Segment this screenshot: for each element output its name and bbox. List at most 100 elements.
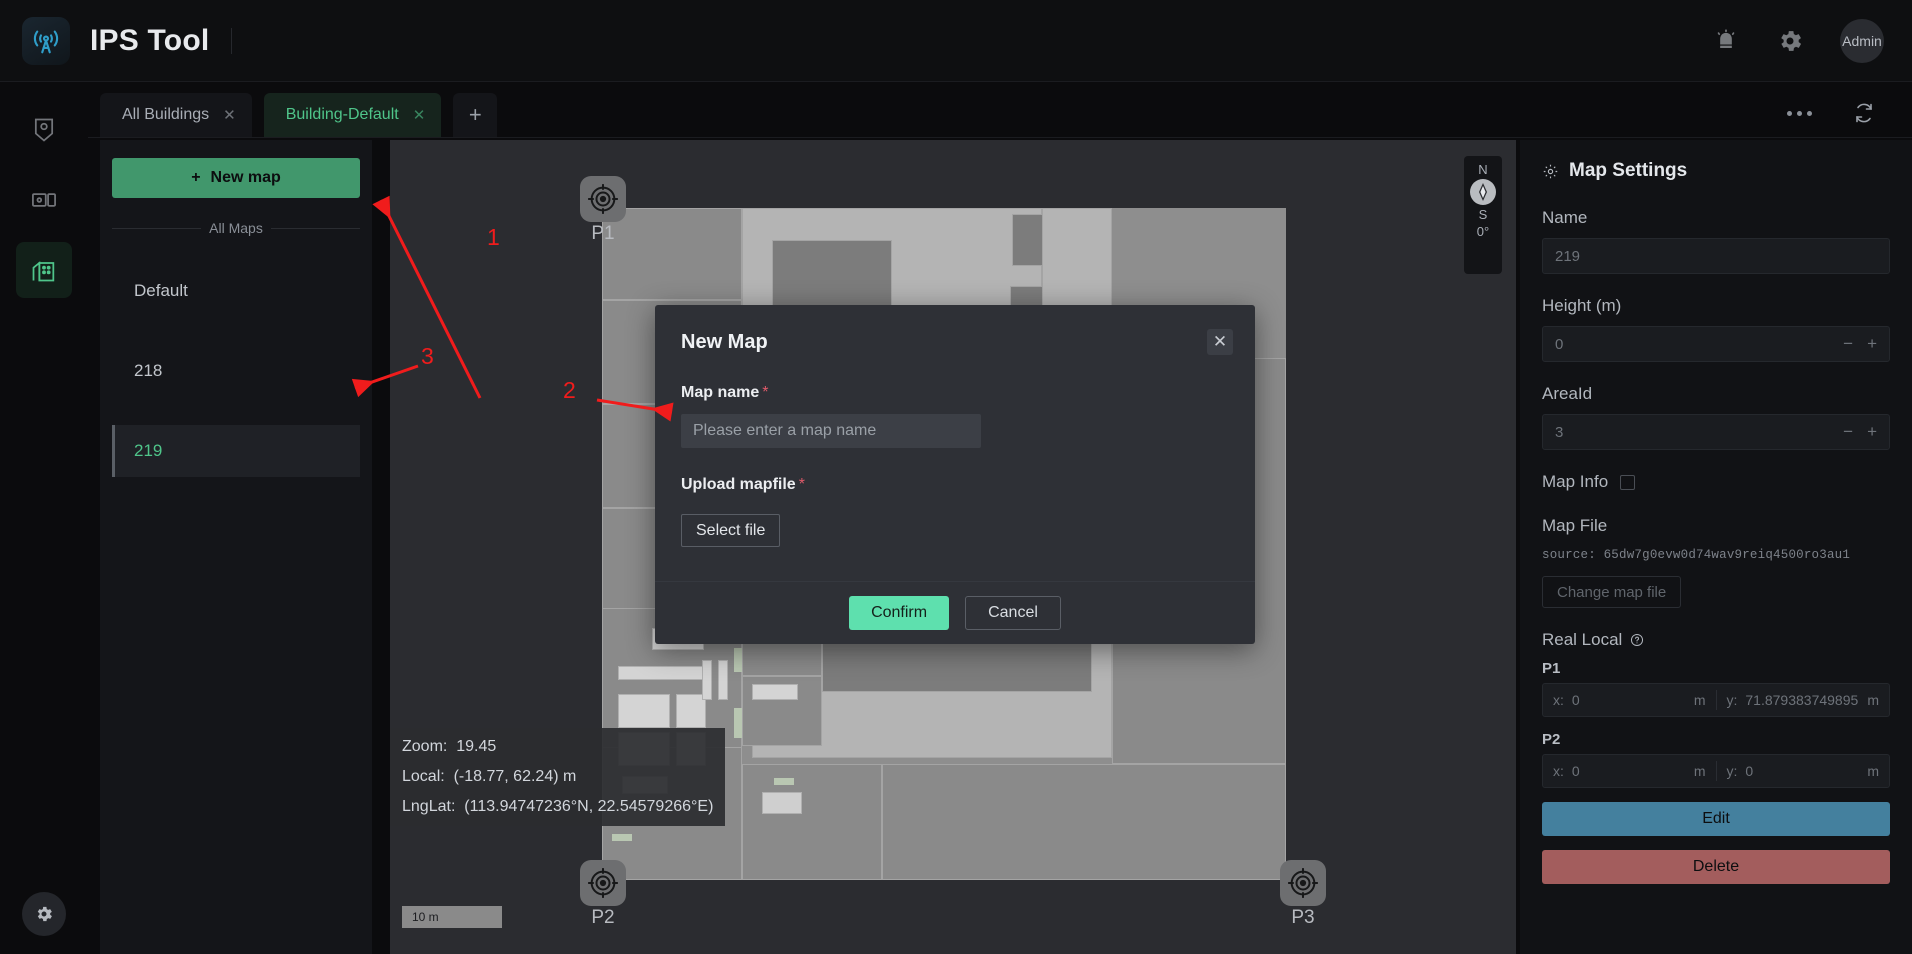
areaid-label: AreaId	[1542, 384, 1593, 403]
close-icon[interactable]: ✕	[413, 106, 426, 124]
x-value: 0	[1571, 692, 1580, 708]
header-divider	[231, 27, 233, 54]
y-key: y:	[1726, 692, 1738, 708]
height-value: 0	[1555, 335, 1564, 353]
add-tab-button[interactable]: +	[453, 93, 498, 137]
close-icon[interactable]: ✕	[1207, 329, 1233, 355]
gear-icon[interactable]	[1776, 27, 1804, 55]
panel-title: Map Settings	[1542, 160, 1890, 182]
map-name-input[interactable]	[681, 414, 981, 448]
list-item[interactable]: Default	[112, 265, 360, 317]
map-settings-panel: Map Settings Name 219 Height (m) 0 − + A…	[1520, 140, 1912, 954]
tab-label: All Buildings	[122, 106, 210, 123]
app-settings-button[interactable]	[22, 892, 66, 936]
more-horizontal-icon[interactable]	[1787, 110, 1812, 116]
tab-label: Building-Default	[285, 106, 399, 123]
plus-icon: +	[191, 169, 201, 186]
dialog-footer: Confirm Cancel	[655, 581, 1255, 644]
height-stepper[interactable]: 0 − +	[1542, 326, 1890, 362]
question-circle-icon[interactable]	[1630, 633, 1644, 647]
plus-icon[interactable]: +	[1867, 334, 1877, 354]
plus-icon[interactable]: +	[1867, 422, 1877, 442]
location-pin-icon	[34, 118, 54, 142]
areaid-stepper[interactable]: 3 − +	[1542, 414, 1890, 450]
tab-bar-actions	[1787, 101, 1876, 125]
map-list-panel: + New map All Maps Default 218 219	[100, 140, 372, 954]
dialog-body: New Map ✕ Map name* Upload mapfile* Sele…	[655, 305, 1255, 581]
p2-y-field[interactable]: y: 0 m	[1717, 755, 1890, 787]
divider-left	[112, 227, 202, 229]
p2-coordinate-row[interactable]: x: 0 m y: 0 m	[1542, 754, 1890, 788]
alarm-bell-icon[interactable]	[1712, 27, 1740, 55]
stepper-controls: − +	[1843, 334, 1877, 354]
sidebar-item-devices[interactable]	[16, 172, 72, 228]
map-item-label: 218	[134, 361, 163, 380]
map-file-label: Map File	[1542, 516, 1608, 535]
new-map-label: New map	[210, 169, 281, 186]
app-title: IPS Tool	[90, 23, 210, 57]
tab-bar: All Buildings ✕ Building-Default ✕ +	[88, 82, 1912, 138]
sidebar-item-buildings[interactable]	[16, 242, 72, 298]
group-label: All Maps	[209, 220, 263, 236]
top-header-bar: IPS Tool Admin	[0, 0, 1912, 82]
x-value: 0	[1571, 763, 1580, 779]
real-local-label: Real Local	[1542, 630, 1623, 649]
p2-x-field[interactable]: x: 0 m	[1543, 755, 1716, 787]
close-icon[interactable]: ✕	[223, 106, 236, 124]
modal-overlay: New Map ✕ Map name* Upload mapfile* Sele…	[390, 140, 1516, 954]
map-name-label: Map name *	[681, 384, 769, 401]
annotation-number-3: 3	[421, 343, 434, 369]
real-local-section: Real Local	[1542, 630, 1890, 650]
list-item[interactable]: 219	[112, 425, 360, 477]
map-info-checkbox[interactable]	[1620, 474, 1636, 490]
list-item[interactable]: 218	[112, 345, 360, 397]
cancel-button[interactable]: Cancel	[965, 596, 1061, 630]
annotation-number-1: 1	[487, 224, 500, 250]
point-tag-p2: P2	[1542, 731, 1561, 748]
y-value: 0	[1745, 763, 1754, 779]
required-asterisk: *	[762, 384, 769, 401]
y-unit: m	[1867, 763, 1879, 779]
delete-button[interactable]: Delete	[1542, 850, 1890, 884]
required-asterisk: *	[798, 476, 805, 493]
building-icon	[32, 261, 55, 282]
wifi-tower-icon	[33, 30, 59, 53]
minus-icon[interactable]: −	[1843, 422, 1853, 442]
annotation-number-2: 2	[563, 377, 576, 403]
name-field[interactable]: 219	[1542, 238, 1890, 274]
name-label: Name	[1542, 208, 1588, 227]
all-maps-group-header: All Maps	[112, 220, 360, 236]
p1-coordinate-row[interactable]: x: 0 m y: 71.879383749895 m	[1542, 683, 1890, 717]
map-item-label: 219	[134, 441, 163, 460]
height-label: Height (m)	[1542, 296, 1622, 315]
header-actions: Admin	[1712, 18, 1884, 63]
y-unit: m	[1867, 692, 1879, 708]
confirm-button[interactable]: Confirm	[849, 596, 950, 630]
map-info-row: Map Info	[1542, 472, 1890, 492]
y-key: y:	[1726, 763, 1738, 779]
p1-y-field[interactable]: y: 71.879383749895 m	[1717, 684, 1890, 716]
new-map-button[interactable]: + New map	[112, 158, 360, 198]
app-logo	[22, 16, 70, 65]
gear-icon	[37, 906, 52, 922]
refresh-icon[interactable]	[1852, 101, 1876, 125]
point-tag-p1: P1	[1542, 660, 1561, 677]
select-file-button[interactable]: Select file	[681, 514, 781, 547]
sidebar-item-location[interactable]	[16, 102, 72, 158]
avatar[interactable]: Admin	[1840, 18, 1884, 63]
p1-x-field[interactable]: x: 0 m	[1543, 684, 1716, 716]
divider-right	[270, 227, 360, 229]
left-icon-rail	[0, 82, 88, 954]
panel-title-label: Map Settings	[1569, 160, 1688, 181]
y-value: 71.879383749895	[1745, 692, 1859, 708]
name-value: 219	[1555, 247, 1581, 265]
edit-button[interactable]: Edit	[1542, 802, 1890, 836]
map-item-label: Default	[134, 281, 188, 300]
new-map-dialog: New Map ✕ Map name* Upload mapfile* Sele…	[655, 305, 1255, 644]
tab-building-default[interactable]: Building-Default ✕	[263, 93, 442, 137]
change-map-file-button[interactable]: Change map file	[1542, 576, 1682, 608]
minus-icon[interactable]: −	[1843, 334, 1853, 354]
stepper-controls: − +	[1843, 422, 1877, 442]
map-info-label: Map Info	[1542, 472, 1609, 491]
tab-all-buildings[interactable]: All Buildings ✕	[100, 93, 252, 137]
